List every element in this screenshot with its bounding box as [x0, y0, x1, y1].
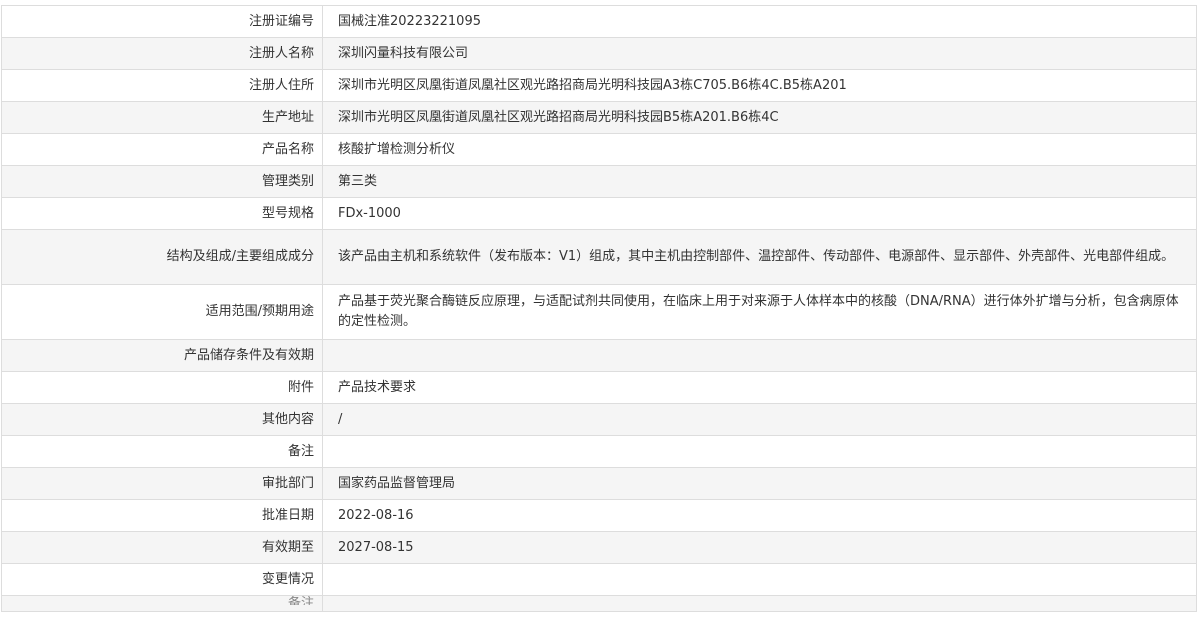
table-row: 注册证编号 国械注准20223221095: [1, 5, 1197, 38]
row-label-registrant-address: 注册人住所: [1, 69, 323, 102]
row-value-intended-use: 产品基于荧光聚合酶链反应原理，与适配试剂共同使用，在临床上用于对来源于人体样本中…: [322, 284, 1197, 340]
registration-detail-page: 注册证编号 国械注准20223221095 注册人名称 深圳闪量科技有限公司 注…: [0, 0, 1200, 623]
row-label-valid-until: 有效期至: [1, 531, 323, 564]
table-row: 有效期至 2027-08-15: [1, 531, 1197, 564]
row-label-change-status: 变更情况: [1, 563, 323, 596]
row-value-attachment: 产品技术要求: [322, 371, 1197, 404]
table-row: 注册人住所 深圳市光明区凤凰街道凤凰社区观光路招商局光明科技园A3栋C705.B…: [1, 69, 1197, 102]
row-label-product-name: 产品名称: [1, 133, 323, 166]
table-row: 其他内容 /: [1, 403, 1197, 436]
table-row: 批准日期 2022-08-16: [1, 499, 1197, 532]
row-value-approval-date: 2022-08-16: [322, 499, 1197, 532]
row-label-production-address: 生产地址: [1, 101, 323, 134]
table-row: 变更情况: [1, 563, 1197, 596]
table-row: 备注: [1, 595, 1197, 612]
row-label-remarks-2: 备注: [1, 595, 323, 612]
table-row: 注册人名称 深圳闪量科技有限公司: [1, 37, 1197, 70]
row-value-other-content: /: [322, 403, 1197, 436]
row-label-approval-date: 批准日期: [1, 499, 323, 532]
row-value-registrant-name: 深圳闪量科技有限公司: [322, 37, 1197, 70]
table-row: 管理类别 第三类: [1, 165, 1197, 198]
row-value-remarks: [322, 435, 1197, 468]
row-value-approval-department: 国家药品监督管理局: [322, 467, 1197, 500]
row-label-intended-use: 适用范围/预期用途: [1, 284, 323, 340]
table-row: 结构及组成/主要组成成分 该产品由主机和系统软件（发布版本：V1）组成，其中主机…: [1, 229, 1197, 285]
table-row: 审批部门 国家药品监督管理局: [1, 467, 1197, 500]
row-label-storage-validity: 产品储存条件及有效期: [1, 339, 323, 372]
row-label-approval-department: 审批部门: [1, 467, 323, 500]
row-value-structure-composition: 该产品由主机和系统软件（发布版本：V1）组成，其中主机由控制部件、温控部件、传动…: [322, 229, 1197, 285]
row-value-storage-validity: [322, 339, 1197, 372]
row-label-registrant-name: 注册人名称: [1, 37, 323, 70]
row-value-remarks-2: [322, 595, 1197, 612]
row-value-product-name: 核酸扩增检测分析仪: [322, 133, 1197, 166]
table-row: 产品储存条件及有效期: [1, 339, 1197, 372]
table-row: 生产地址 深圳市光明区凤凰街道凤凰社区观光路招商局光明科技园B5栋A201.B6…: [1, 101, 1197, 134]
table-row: 附件 产品技术要求: [1, 371, 1197, 404]
row-value-model-spec: FDx-1000: [322, 197, 1197, 230]
table-row: 适用范围/预期用途 产品基于荧光聚合酶链反应原理，与适配试剂共同使用，在临床上用…: [1, 284, 1197, 340]
row-value-production-address: 深圳市光明区凤凰街道凤凰社区观光路招商局光明科技园B5栋A201.B6栋4C: [322, 101, 1197, 134]
table-row: 备注: [1, 435, 1197, 468]
row-label-attachment: 附件: [1, 371, 323, 404]
row-value-change-status: [322, 563, 1197, 596]
row-value-valid-until: 2027-08-15: [322, 531, 1197, 564]
registration-detail-table: 注册证编号 国械注准20223221095 注册人名称 深圳闪量科技有限公司 注…: [1, 5, 1197, 612]
row-label-structure-composition: 结构及组成/主要组成成分: [1, 229, 323, 285]
table-row: 产品名称 核酸扩增检测分析仪: [1, 133, 1197, 166]
row-value-registration-number: 国械注准20223221095: [322, 5, 1197, 38]
row-label-remarks-2-text: 备注: [287, 596, 314, 605]
row-value-management-category: 第三类: [322, 165, 1197, 198]
row-label-registration-number: 注册证编号: [1, 5, 323, 38]
row-label-other-content: 其他内容: [1, 403, 323, 436]
table-row: 型号规格 FDx-1000: [1, 197, 1197, 230]
row-label-model-spec: 型号规格: [1, 197, 323, 230]
row-label-remarks: 备注: [1, 435, 323, 468]
row-value-registrant-address: 深圳市光明区凤凰街道凤凰社区观光路招商局光明科技园A3栋C705.B6栋4C.B…: [322, 69, 1197, 102]
row-label-management-category: 管理类别: [1, 165, 323, 198]
